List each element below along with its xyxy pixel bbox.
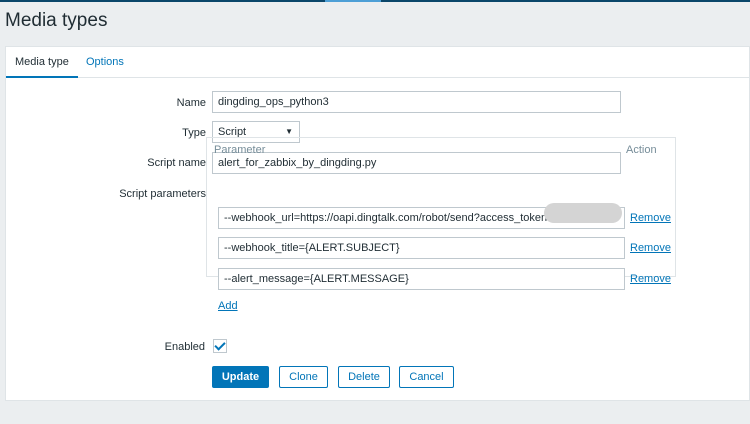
name-input[interactable]: dingding_ops_python3 <box>212 91 621 113</box>
redacted-token <box>544 203 622 223</box>
parameter-input[interactable]: --alert_message={ALERT.MESSAGE} <box>218 268 625 290</box>
enabled-label: Enabled <box>164 341 205 353</box>
name-label: Name <box>176 97 206 109</box>
top-nav-bar <box>0 0 750 2</box>
clone-button[interactable]: Clone <box>279 366 328 388</box>
parameter-column-header: Parameter <box>214 144 266 156</box>
tab-bar: Media type Options <box>6 47 749 78</box>
active-nav-indicator <box>325 0 381 2</box>
script-parameters-label: Script parameters <box>119 188 206 200</box>
enabled-checkbox[interactable] <box>213 339 227 353</box>
parameter-input[interactable]: --webhook_title={ALERT.SUBJECT} <box>218 237 625 259</box>
action-column-header: Action <box>626 144 657 156</box>
delete-button[interactable]: Delete <box>338 366 390 388</box>
update-button[interactable]: Update <box>212 366 269 388</box>
tab-media-type[interactable]: Media type <box>6 56 78 78</box>
page-title: Media types <box>5 10 108 31</box>
remove-parameter-link[interactable]: Remove <box>630 242 671 254</box>
remove-parameter-link[interactable]: Remove <box>630 273 671 285</box>
script-name-label: Script name <box>147 157 206 169</box>
remove-parameter-link[interactable]: Remove <box>630 212 671 224</box>
tab-options[interactable]: Options <box>86 56 124 68</box>
cancel-button[interactable]: Cancel <box>399 366 454 388</box>
add-parameter-link[interactable]: Add <box>218 300 238 312</box>
type-label: Type <box>182 127 206 139</box>
